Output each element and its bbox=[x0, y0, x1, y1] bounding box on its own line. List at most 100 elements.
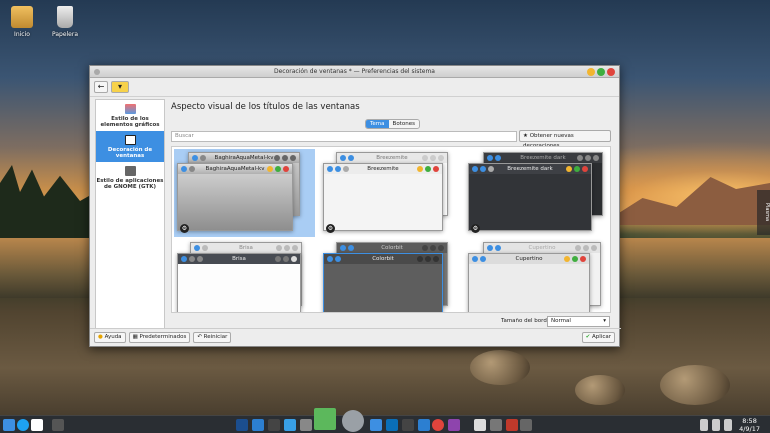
help-icon: ● bbox=[98, 334, 103, 340]
defaults-button[interactable]: ▦ Predeterminados bbox=[128, 332, 191, 343]
border-size-label: Tamaño del borde: bbox=[501, 318, 553, 324]
theme-tile[interactable]: Colorbit Colorbit ⚙ bbox=[320, 239, 461, 312]
system-settings-icon[interactable] bbox=[342, 410, 364, 432]
dock-icon[interactable] bbox=[236, 419, 248, 431]
window-decoration-task-icon[interactable] bbox=[31, 419, 43, 431]
dock-icon[interactable] bbox=[474, 419, 486, 431]
theme-tile[interactable]: Cupertino Cupertino ⚙ bbox=[465, 239, 606, 312]
get-new-decorations-button[interactable]: ★ Obtener nuevas decoraciones... bbox=[519, 130, 611, 149]
theme-tile[interactable]: BaghiraAquaMetal-kv BaghiraAquaMetal-kv … bbox=[174, 149, 315, 237]
tab-theme[interactable]: Tema bbox=[366, 120, 389, 128]
wallpaper-rock bbox=[575, 375, 625, 405]
clock[interactable]: 8:58 4/9/17 bbox=[739, 417, 760, 433]
side-widget-tab[interactable]: Plasma bbox=[757, 190, 770, 235]
help-label: Ayuda bbox=[104, 334, 122, 340]
defaults-icon: ▦ bbox=[132, 334, 138, 340]
home-folder-icon bbox=[11, 6, 33, 28]
theme-back-title: BaghiraAquaMetal-kv bbox=[214, 155, 274, 161]
sidebar-item-label: Estilo de los elementos gráficos bbox=[100, 116, 160, 128]
theme-back-title: Cupertino bbox=[528, 245, 556, 251]
browser-icon[interactable] bbox=[17, 419, 29, 431]
apply-label: Aplicar bbox=[592, 334, 611, 340]
reset-label: Reiniciar bbox=[203, 334, 228, 340]
sidebar-item-gtk-style[interactable]: Estilo de aplicaciones de GNOME (GTK) bbox=[96, 162, 164, 193]
clock-date: 4/9/17 bbox=[739, 425, 760, 433]
tab-bar: Tema Botones bbox=[365, 119, 420, 129]
check-icon: ✔ bbox=[585, 334, 591, 340]
wallpaper-rock bbox=[470, 350, 530, 385]
dock-icon[interactable] bbox=[448, 419, 460, 431]
maximize-button[interactable] bbox=[597, 68, 605, 76]
desktop-icon-trash[interactable]: Papelera bbox=[40, 6, 90, 38]
theme-tile[interactable]: Breezemite Breezemite ⚙ bbox=[320, 149, 461, 237]
reset-button[interactable]: ↶ Reiniciar bbox=[193, 332, 232, 343]
border-size-value: Normal bbox=[551, 318, 571, 324]
sidebar-item-label: Estilo de aplicaciones de GNOME (GTK) bbox=[96, 178, 164, 190]
window-titlebar[interactable]: Decoración de ventanas * — Preferencias … bbox=[90, 66, 619, 78]
theme-tile[interactable]: Brisa Brisa ⚙ bbox=[174, 239, 315, 312]
window-menu-icon[interactable] bbox=[94, 69, 100, 75]
page-title: Aspecto visual de los títulos de las ven… bbox=[171, 102, 360, 112]
task-icon[interactable] bbox=[52, 419, 64, 431]
configure-theme-icon[interactable]: ⚙ bbox=[326, 224, 335, 233]
side-widget-label: Plasma bbox=[764, 203, 770, 222]
settings-menu-button[interactable]: ▾ bbox=[111, 81, 129, 93]
dock-icon[interactable] bbox=[432, 419, 444, 431]
wallpaper-rock bbox=[660, 365, 730, 405]
network-icon[interactable] bbox=[724, 419, 732, 431]
dock-icon[interactable] bbox=[300, 419, 312, 431]
toolbar: ← ▾ bbox=[90, 78, 619, 97]
dock-icon[interactable] bbox=[402, 419, 414, 431]
taskbar: 8:58 4/9/17 bbox=[0, 408, 770, 433]
sidebar: Estilo de los elementos gráficos Decorac… bbox=[95, 99, 165, 329]
theme-title: BaghiraAquaMetal-kv bbox=[205, 166, 265, 172]
gtk-icon bbox=[124, 166, 136, 176]
theme-title: Brisa bbox=[232, 256, 246, 262]
theme-tile[interactable]: Breezemite dark Breezemite dark ⚙ bbox=[465, 149, 606, 237]
border-size-select[interactable]: Normal ▾ bbox=[547, 316, 610, 327]
window-title: Decoración de ventanas * — Preferencias … bbox=[274, 68, 435, 75]
tab-buttons[interactable]: Botones bbox=[388, 120, 419, 128]
back-button[interactable]: ← bbox=[94, 81, 108, 93]
app-launcher-icon[interactable] bbox=[3, 419, 15, 431]
tray-icon[interactable] bbox=[700, 419, 708, 431]
dock-icon[interactable] bbox=[370, 419, 382, 431]
dock-icon[interactable] bbox=[418, 419, 430, 431]
theme-back-title: Brisa bbox=[239, 245, 253, 251]
defaults-label: Predeterminados bbox=[139, 334, 187, 340]
system-settings-window: Decoración de ventanas * — Preferencias … bbox=[89, 65, 621, 347]
close-button[interactable] bbox=[607, 68, 615, 76]
theme-title: Breezemite dark bbox=[507, 166, 553, 172]
footer-bar: ● Ayuda ▦ Predeterminados ↶ Reiniciar ✔ … bbox=[90, 328, 621, 346]
theme-back-title: Breezemite dark bbox=[520, 155, 566, 161]
undo-icon: ↶ bbox=[197, 334, 202, 340]
dock-icon[interactable] bbox=[506, 419, 518, 431]
sidebar-item-widget-style[interactable]: Estilo de los elementos gráficos bbox=[96, 100, 164, 131]
help-button[interactable]: ● Ayuda bbox=[94, 332, 126, 343]
configure-theme-icon[interactable]: ⚙ bbox=[471, 224, 480, 233]
apply-button[interactable]: ✔ Aplicar bbox=[581, 332, 615, 343]
dock-icon[interactable] bbox=[252, 419, 264, 431]
sidebar-item-window-decoration[interactable]: Decoración de ventanas bbox=[96, 131, 164, 162]
dock-icon[interactable] bbox=[386, 419, 398, 431]
dock-icon[interactable] bbox=[268, 419, 280, 431]
configure-theme-icon[interactable]: ⚙ bbox=[180, 224, 189, 233]
trash-icon bbox=[57, 6, 73, 28]
theme-title: Colorbit bbox=[372, 256, 394, 262]
main-panel: Aspecto visual de los títulos de las ven… bbox=[169, 99, 616, 319]
system-monitor-icon[interactable] bbox=[314, 408, 336, 430]
volume-icon[interactable] bbox=[712, 419, 720, 431]
chevron-down-icon: ▾ bbox=[603, 318, 606, 324]
theme-grid: BaghiraAquaMetal-kv BaghiraAquaMetal-kv … bbox=[171, 146, 611, 313]
minimize-button[interactable] bbox=[587, 68, 595, 76]
theme-back-title: Colorbit bbox=[381, 245, 403, 251]
desktop-icon-label: Inicio bbox=[14, 31, 30, 38]
search-input[interactable]: Buscar bbox=[171, 131, 517, 142]
desktop-icon-label: Papelera bbox=[51, 31, 79, 38]
dock-icon[interactable] bbox=[520, 419, 532, 431]
theme-title: Breezemite bbox=[367, 166, 399, 172]
clock-time: 8:58 bbox=[742, 417, 757, 425]
dock-icon[interactable] bbox=[284, 419, 296, 431]
window-decoration-icon bbox=[124, 135, 136, 145]
dock-icon[interactable] bbox=[490, 419, 502, 431]
